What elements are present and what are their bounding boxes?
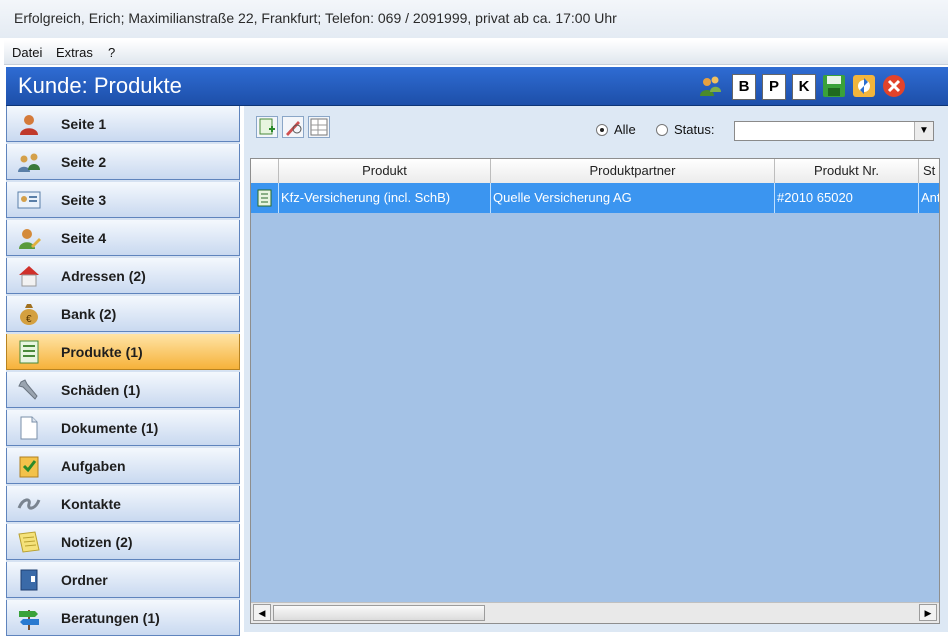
table-row[interactable]: Kfz-Versicherung (incl. SchB) Quelle Ver… — [251, 183, 939, 213]
sidebar-item-seite-1[interactable]: Seite 1 — [6, 106, 240, 142]
sidebar-item-label: Dokumente (1) — [61, 420, 159, 436]
table-header: Produkt Produktpartner Produkt Nr. St — [251, 159, 939, 184]
column-header-produkt[interactable]: Produkt — [279, 159, 491, 183]
cell-produktpartner: Quelle Versicherung AG — [491, 183, 775, 213]
sidebar-item-seite-4[interactable]: Seite 4 — [6, 220, 240, 256]
b-report-button[interactable]: B — [732, 74, 756, 100]
menu-help[interactable]: ? — [108, 45, 115, 60]
sidebar-item-label: Bank (2) — [61, 306, 117, 322]
grid-options-button[interactable] — [308, 116, 330, 138]
products-table: Produkt Produktpartner Produkt Nr. St Kf… — [250, 158, 940, 624]
sidebar-item-produkte[interactable]: Produkte (1) — [6, 334, 240, 370]
task-check-icon — [17, 454, 41, 478]
signpost-icon — [17, 606, 41, 630]
refresh-icon[interactable] — [852, 74, 876, 98]
sidebar-item-schaeden[interactable]: Schäden (1) — [6, 372, 240, 408]
sidebar-item-aufgaben[interactable]: Aufgaben — [6, 448, 240, 484]
status-select[interactable]: ▼ — [734, 121, 934, 141]
p-report-button[interactable]: P — [762, 74, 786, 100]
money-bag-icon: € — [17, 302, 41, 326]
sidebar-item-label: Kontakte — [61, 496, 121, 512]
page-title: Kunde: Produkte — [18, 73, 182, 98]
scroll-left-icon[interactable]: ◀ — [253, 604, 271, 621]
add-product-button[interactable] — [256, 116, 278, 138]
id-card-icon — [17, 188, 41, 212]
sidebar-item-adressen[interactable]: Adressen (2) — [6, 258, 240, 294]
sidebar-item-seite-3[interactable]: Seite 3 — [6, 182, 240, 218]
group-icon — [17, 150, 41, 174]
sidebar-item-label: Ordner — [61, 572, 108, 588]
save-icon[interactable] — [822, 74, 846, 98]
sidebar-item-label: Seite 3 — [61, 192, 107, 208]
cell-produkt-nr: #2010 65020 — [775, 183, 919, 213]
sidebar-item-label: Schäden (1) — [61, 382, 141, 398]
scrollbar-thumb[interactable] — [273, 605, 485, 621]
sidebar-item-seite-2[interactable]: Seite 2 — [6, 144, 240, 180]
scroll-right-icon[interactable]: ▶ — [919, 604, 937, 621]
svg-text:€: € — [26, 314, 32, 325]
sidebar-item-label: Adressen (2) — [61, 268, 146, 284]
sidebar-item-label: Seite 1 — [61, 116, 107, 132]
k-report-button[interactable]: K — [792, 74, 816, 100]
sidebar-item-label: Seite 2 — [61, 154, 107, 170]
users-icon[interactable] — [698, 74, 722, 98]
notes-icon — [17, 530, 41, 554]
filter-status-label: Status: — [674, 122, 715, 137]
cell-produkt: Kfz-Versicherung (incl. SchB) — [279, 183, 491, 213]
column-header-produktpartner[interactable]: Produktpartner — [491, 159, 775, 183]
row-doc-icon — [251, 183, 279, 213]
page-header: Kunde: Produkte B P K — [6, 67, 948, 106]
window-titlebar: Erfolgreich, Erich; Maximilianstraße 22,… — [0, 0, 948, 38]
menu-bar: Datei Extras ? — [4, 40, 948, 65]
column-header-produkt-nr[interactable]: Produkt Nr. — [775, 159, 919, 183]
sidebar-item-dokumente[interactable]: Dokumente (1) — [6, 410, 240, 446]
sidebar-item-label: Beratungen (1) — [61, 610, 160, 626]
sidebar-item-bank[interactable]: € Bank (2) — [6, 296, 240, 332]
window-title: Erfolgreich, Erich; Maximilianstraße 22,… — [14, 10, 617, 26]
document-icon — [17, 416, 41, 440]
cell-status: Ant — [919, 183, 939, 213]
sidebar-item-beratungen[interactable]: Beratungen (1) — [6, 600, 240, 636]
sidebar-item-ordner[interactable]: Ordner — [6, 562, 240, 598]
document-list-icon — [17, 340, 41, 364]
close-icon[interactable] — [882, 74, 906, 98]
handshake-icon — [17, 492, 41, 516]
sidebar-item-label: Seite 4 — [61, 230, 107, 246]
filter-alle-radio[interactable] — [596, 124, 608, 136]
column-header-status[interactable]: St — [919, 159, 939, 183]
sidebar-item-notizen[interactable]: Notizen (2) — [6, 524, 240, 560]
chevron-down-icon[interactable]: ▼ — [914, 122, 933, 140]
sidebar-item-label: Produkte (1) — [61, 344, 143, 360]
sidebar-item-label: Notizen (2) — [61, 534, 133, 550]
menu-extras[interactable]: Extras — [56, 45, 93, 60]
filter-alle-label: Alle — [614, 122, 636, 137]
filter-status-radio[interactable] — [656, 124, 668, 136]
person-orange-icon — [17, 112, 41, 136]
wrench-icon — [17, 378, 41, 402]
sidebar-item-label: Aufgaben — [61, 458, 126, 474]
house-icon — [17, 264, 41, 288]
edit-product-button[interactable] — [282, 116, 304, 138]
sidebar: Seite 1 Seite 2 Seite 3 Seite 4 Adressen… — [6, 106, 240, 636]
menu-datei[interactable]: Datei — [12, 45, 42, 60]
horizontal-scrollbar[interactable]: ◀ ▶ — [251, 602, 939, 623]
folder-icon — [17, 568, 41, 592]
person-edit-icon — [17, 226, 41, 250]
sidebar-item-kontakte[interactable]: Kontakte — [6, 486, 240, 522]
column-header-icon — [251, 159, 279, 183]
